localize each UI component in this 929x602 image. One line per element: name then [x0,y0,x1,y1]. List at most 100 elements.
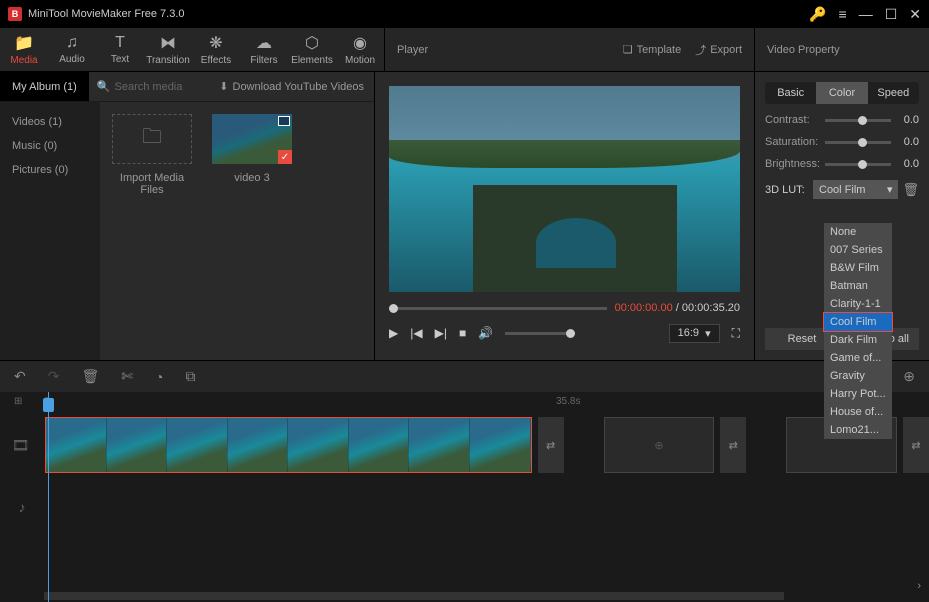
album-tab[interactable]: My Album (1) [0,72,89,101]
delete-button[interactable]: 🗑 [81,368,99,385]
filters-icon: ☁ [256,33,272,53]
template-button[interactable]: ❑Template [623,43,682,56]
cat-pictures[interactable]: Pictures (0) [0,158,100,182]
cat-music[interactable]: Music (0) [0,134,100,158]
minimize-button[interactable]: ― [859,6,873,22]
folder-icon: 📁 [14,33,34,53]
chevron-down-icon: ▾ [887,183,893,196]
key-icon[interactable]: 🔑 [809,6,826,23]
aspect-ratio-select[interactable]: 16:9▾ [669,324,720,343]
lut-option[interactable]: House of... [824,403,892,421]
transition-slot[interactable]: ⇄ [538,417,564,473]
video-clip[interactable] [45,417,531,473]
tab-motion[interactable]: ◉Motion [336,32,384,67]
check-icon: ✓ [278,150,292,164]
saturation-value: 0.0 [897,136,919,148]
music-icon: ♫ [66,34,78,52]
volume-icon[interactable]: 🔊 [478,326,493,340]
lut-option[interactable]: 007 Series [824,241,892,259]
seek-bar[interactable] [389,307,607,310]
play-button[interactable]: ▶ [389,326,398,340]
tab-effects[interactable]: ❋Effects [192,32,240,67]
close-button[interactable]: ✕ [909,6,921,23]
audio-track[interactable]: ♪ [0,476,929,538]
split-button[interactable]: ✄ [121,368,133,385]
playhead[interactable] [48,392,49,602]
video-preview[interactable] [389,86,740,292]
transition-slot[interactable]: ⇄ [903,417,929,473]
search-input[interactable]: 🔍Search media [89,80,209,93]
tab-audio[interactable]: ♫Audio [48,32,96,67]
time-ruler[interactable]: ⊞ 0s 35.8s [0,392,929,414]
saturation-label: Saturation: [765,136,819,148]
app-title: MiniTool MovieMaker Free 7.3.0 [28,8,809,20]
lut-option[interactable]: Game of... [824,349,892,367]
audio-track-icon: ♪ [0,499,44,515]
transition-icon: ⧓ [160,33,176,53]
download-youtube-button[interactable]: ⬇Download YouTube Videos [209,80,374,93]
brightness-label: Brightness: [765,158,819,170]
expand-panel-button[interactable]: › [917,580,921,592]
video-track[interactable]: 🎞 ⇄ ⊕ ⇄ ⇄ [0,414,929,476]
transition-slot[interactable]: ⇄ [720,417,746,473]
lut-label: 3D LUT: [765,184,809,196]
lut-option[interactable]: None [824,223,892,241]
video-badge-icon [278,116,290,126]
lut-option[interactable]: B&W Film [824,259,892,277]
player-label: Player [397,44,428,56]
tab-media[interactable]: 📁Media [0,32,48,67]
tab-speed[interactable]: Speed [868,82,919,104]
add-track-button[interactable]: ⊕ [903,368,915,385]
motion-icon: ◉ [353,33,367,53]
timeline[interactable]: ⊞ 0s 35.8s 🎞 ⇄ ⊕ ⇄ ⇄ ♪ › [0,392,929,602]
speed-button[interactable]: ◔ [155,369,163,385]
tab-elements[interactable]: ⬡Elements [288,32,336,67]
stop-button[interactable]: ■ [459,326,466,340]
fullscreen-button[interactable]: ⛶ [732,326,740,341]
delete-lut-button[interactable]: 🗑 [902,182,919,198]
lut-select[interactable]: Cool Film▾ [813,180,898,199]
app-logo: B [8,7,22,21]
prev-frame-button[interactable]: |◀ [410,326,422,340]
titlebar: B MiniTool MovieMaker Free 7.3.0 🔑 ≡ ― ☐… [0,0,929,28]
timeline-scrollbar[interactable] [44,592,784,600]
export-icon: ⤴ [695,42,706,58]
drop-zone[interactable]: ⊕ [604,417,714,473]
lut-option[interactable]: Gravity [824,367,892,385]
lut-option[interactable]: Batman [824,277,892,295]
category-list: Videos (1) Music (0) Pictures (0) [0,102,100,360]
lut-option[interactable]: Lomo21... [824,421,892,439]
media-thumb-video3[interactable]: ✓ video 3 [212,114,292,184]
redo-button[interactable]: ↷ [48,368,60,385]
lut-option[interactable]: Harry Pot... [824,385,892,403]
brightness-slider[interactable] [825,163,891,166]
undo-button[interactable]: ↶ [14,368,26,385]
lut-option[interactable]: Dark Film [824,331,892,349]
tab-transition[interactable]: ⧓Transition [144,32,192,67]
cat-videos[interactable]: Videos (1) [0,110,100,134]
text-icon: T [115,34,125,52]
duration: 00:00:35.20 [682,302,740,314]
tab-basic[interactable]: Basic [765,82,816,104]
video-track-icon: 🎞 [0,437,41,454]
export-button[interactable]: ⤴Export [695,42,742,58]
saturation-slider[interactable] [825,141,891,144]
collapse-tracks-icon[interactable]: ⊞ [14,396,22,407]
import-media-button[interactable]: 🗀 Import Media Files [112,114,192,196]
menu-icon[interactable]: ≡ [839,6,847,22]
brightness-value: 0.0 [897,158,919,170]
crop-button[interactable]: ⧉ [185,368,195,385]
lut-option-selected[interactable]: Cool Film [824,313,892,331]
tab-color[interactable]: Color [816,82,867,104]
current-time: 00:00:00.00 [615,302,673,314]
video-property-label: Video Property [767,44,840,56]
volume-slider[interactable] [505,332,575,335]
contrast-slider[interactable] [825,119,891,122]
tab-text[interactable]: TText [96,32,144,67]
timeline-toolbar: ↶ ↷ 🗑 ✄ ◔ ⧉ ⊟ ⊕ [0,360,929,392]
effects-icon: ❋ [209,33,222,53]
next-frame-button[interactable]: ▶| [435,326,447,340]
tab-filters[interactable]: ☁Filters [240,32,288,67]
lut-option[interactable]: Clarity-1-1 [824,295,892,313]
maximize-button[interactable]: ☐ [885,6,898,23]
